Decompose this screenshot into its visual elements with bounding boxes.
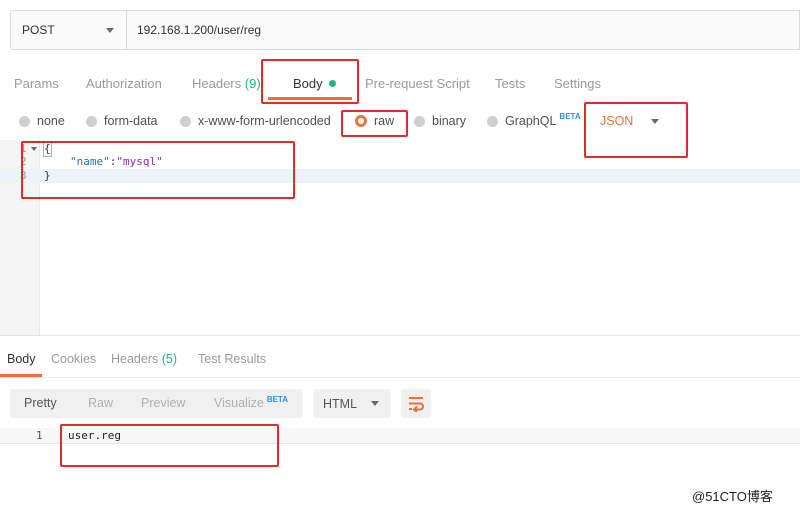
view-preview-button[interactable]: Preview	[141, 396, 185, 410]
radio-circle-icon	[414, 115, 425, 127]
watermark: @51CTO博客	[692, 489, 773, 504]
method-label: POST	[22, 23, 55, 37]
beta-badge: BETA	[559, 111, 581, 121]
url-value: 192.168.1.200/user/reg	[137, 23, 262, 37]
tab-response-headers[interactable]: Headers (5)	[111, 352, 177, 366]
annotation-box-response	[60, 424, 279, 467]
response-tabs: Body Cookies Headers (5) Test Results	[0, 346, 800, 376]
tab-test-results[interactable]: Test Results	[198, 352, 266, 366]
radio-none[interactable]: none	[19, 114, 65, 128]
request-tabs: Params Authorization Headers (9) Body Pr…	[0, 66, 800, 104]
tab-cookies[interactable]: Cookies	[51, 352, 96, 366]
wrap-lines-icon	[409, 397, 424, 412]
radio-graphql-label: GraphQL	[505, 114, 557, 128]
response-view-toggle: Pretty Raw Preview Visualize BETA	[10, 389, 303, 418]
beta-badge: BETA	[266, 395, 288, 404]
radio-form-data[interactable]: form-data	[86, 114, 158, 128]
tab-headers-label: Headers	[192, 76, 242, 91]
radio-circle-icon	[86, 115, 97, 127]
radio-graphql[interactable]: GraphQL BETA	[487, 111, 581, 128]
tab-settings[interactable]: Settings	[554, 76, 601, 91]
radio-circle-icon	[487, 115, 498, 127]
headers-count: (9)	[244, 76, 261, 91]
url-input[interactable]: 192.168.1.200/user/reg	[127, 11, 799, 49]
tab-prerequest-script[interactable]: Pre-request Script	[365, 76, 470, 91]
chevron-down-icon	[106, 28, 114, 33]
tab-params[interactable]: Params	[14, 76, 59, 91]
tab-tests[interactable]: Tests	[495, 76, 525, 91]
wrap-lines-button[interactable]	[401, 389, 431, 418]
method-select[interactable]: POST	[11, 11, 127, 49]
tab-response-headers-label: Headers	[111, 352, 159, 366]
annotation-box-request-body	[21, 141, 295, 199]
radio-form-data-label: form-data	[104, 114, 158, 128]
response-format-select[interactable]: HTML	[313, 389, 391, 418]
line-number: 1	[36, 429, 43, 442]
visualize-label: Visualize	[214, 396, 264, 410]
annotation-box-json	[584, 102, 688, 158]
radio-circle-icon	[19, 115, 30, 127]
radio-binary-label: binary	[432, 114, 467, 128]
radio-none-label: none	[37, 114, 65, 128]
tab-authorization[interactable]: Authorization	[86, 76, 162, 91]
view-raw-button[interactable]: Raw	[88, 396, 113, 410]
radio-urlencoded-label: x-www-form-urlencoded	[198, 114, 331, 128]
annotation-box-raw	[341, 110, 408, 137]
format-label: HTML	[323, 396, 358, 411]
radio-binary[interactable]: binary	[414, 114, 466, 128]
tab-response-body[interactable]: Body	[7, 352, 36, 366]
request-url-bar: POST 192.168.1.200/user/reg	[10, 10, 800, 50]
response-tabs-border	[0, 377, 800, 378]
radio-urlencoded[interactable]: x-www-form-urlencoded	[180, 114, 331, 128]
view-pretty-button[interactable]: Pretty	[24, 396, 57, 410]
response-headers-count: (5)	[161, 352, 178, 366]
radio-circle-icon	[180, 115, 191, 127]
chevron-down-icon	[371, 401, 380, 406]
view-visualize-button[interactable]: Visualize BETA	[214, 395, 288, 410]
pane-divider[interactable]	[0, 335, 800, 336]
annotation-box-body-tab	[261, 59, 359, 104]
tab-headers[interactable]: Headers (9)	[192, 76, 261, 91]
